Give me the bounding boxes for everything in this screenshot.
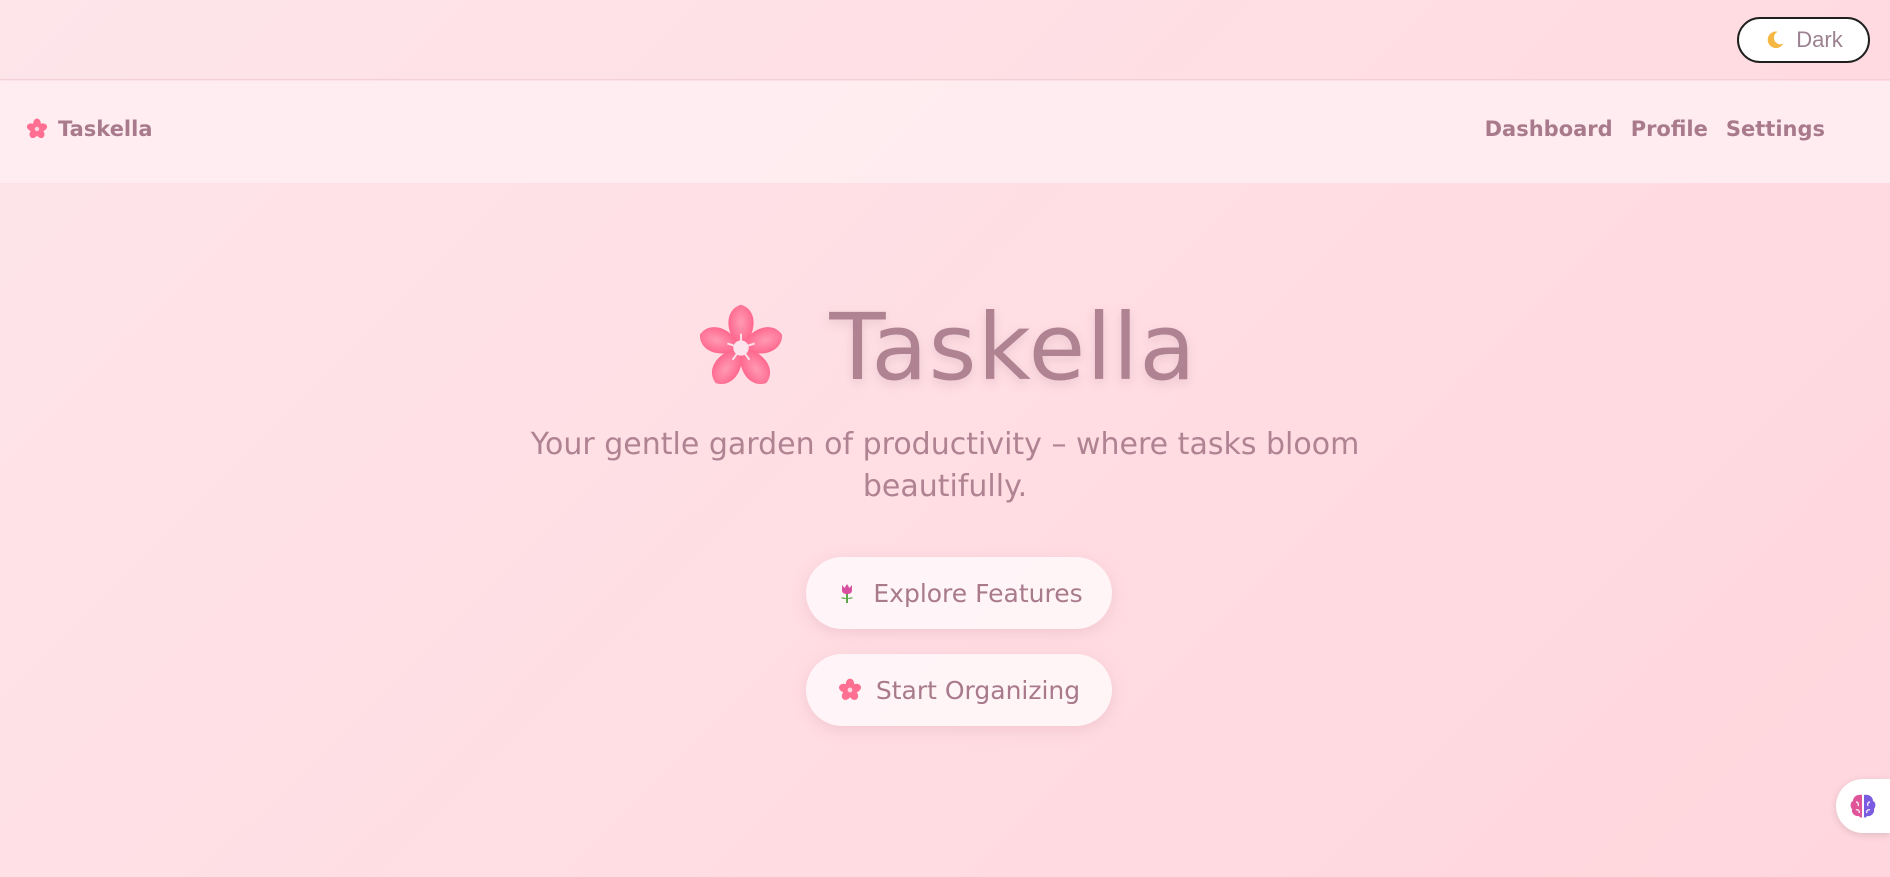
explore-features-label: Explore Features xyxy=(873,578,1083,608)
dark-mode-label: Dark xyxy=(1796,27,1843,52)
brain-icon xyxy=(1847,790,1879,822)
dark-mode-toggle[interactable]: Dark xyxy=(1737,17,1870,63)
hero-subtitle-line: beautifully. xyxy=(862,469,1028,504)
cherry-blossom-icon xyxy=(26,118,48,140)
hero-subtitle: Your gentle garden of productivity – whe… xyxy=(0,424,1890,508)
cherry-blossom-icon xyxy=(693,300,789,396)
nav-link-dashboard[interactable]: Dashboard xyxy=(1485,117,1613,141)
brand-logo[interactable]: Taskella xyxy=(26,117,153,141)
tulip-icon xyxy=(835,581,859,605)
brand-name: Taskella xyxy=(58,117,153,141)
floating-assistant-button[interactable] xyxy=(1836,779,1890,833)
start-organizing-label: Start Organizing xyxy=(875,675,1081,705)
start-organizing-button[interactable]: Start Organizing xyxy=(806,654,1112,726)
hero-title: Taskella xyxy=(0,300,1890,396)
nav-links: Dashboard Profile Settings xyxy=(1485,117,1825,141)
hero-subtitle-line: Your gentle garden of productivity – whe… xyxy=(530,427,1360,462)
hero-title-text: Taskella xyxy=(829,294,1197,401)
navbar: Taskella Dashboard Profile Settings xyxy=(0,81,1890,183)
nav-link-settings[interactable]: Settings xyxy=(1726,117,1825,141)
moon-icon xyxy=(1764,29,1786,51)
top-utility-bar: Dark xyxy=(0,0,1890,80)
explore-features-button[interactable]: Explore Features xyxy=(806,557,1112,629)
cherry-blossom-icon xyxy=(838,678,862,702)
nav-link-profile[interactable]: Profile xyxy=(1631,117,1708,141)
